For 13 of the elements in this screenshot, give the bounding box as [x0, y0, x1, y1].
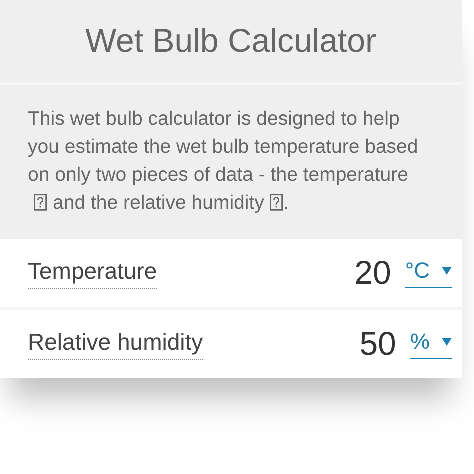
help-icon[interactable]	[270, 194, 284, 211]
field-label: Relative humidity	[28, 328, 204, 360]
caret-icon	[442, 267, 452, 275]
calculator-title: Wet Bulb Calculator	[85, 22, 377, 60]
description-text: .	[283, 192, 289, 214]
unit-dropdown[interactable]: %	[410, 329, 452, 359]
value-field[interactable]: 50	[360, 325, 396, 363]
value-field[interactable]: 20	[354, 254, 392, 292]
unit-dropdown[interactable]: °C	[405, 258, 452, 288]
field-label: Temperature	[28, 258, 158, 288]
caret-icon	[442, 338, 452, 346]
description-text: and the relative humidity	[53, 192, 264, 214]
help-icon[interactable]	[34, 194, 47, 211]
